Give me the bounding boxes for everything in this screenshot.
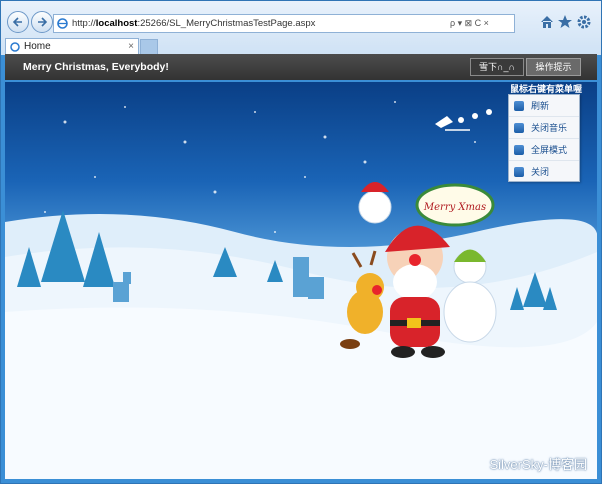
watermark: SilverSky-博客园 [489,457,587,472]
browser-window: http://localhost:25266/SL_MerryChristmas… [0,0,602,484]
back-arrow-icon [12,17,22,27]
refresh-icon [514,101,524,111]
tab-home[interactable]: Home × [5,38,139,55]
menu-item-stop-music[interactable]: 关闭音乐 [509,117,579,139]
address-controls[interactable]: ρ ▾ ⊠ C × [450,15,489,32]
santa-sleigh [435,109,492,131]
app-header: Merry Christmas, Everybody! 雪下∩_∩ 操作提示 [5,54,597,80]
tab-bar: Home × [1,37,601,55]
snowflakes [44,101,476,233]
forward-arrow-icon [38,17,48,27]
music-icon [514,123,524,133]
settings-gear-icon[interactable] [576,14,592,30]
address-url: http://localhost:25266/SL_MerryChristmas… [72,18,316,29]
snow-button[interactable]: 雪下∩_∩ [470,58,524,76]
menu-item-label: 关闭 [531,167,550,177]
back-button[interactable] [7,11,29,33]
new-tab-button[interactable] [140,39,158,55]
browser-chrome: http://localhost:25266/SL_MerryChristmas… [1,1,601,55]
fullscreen-icon [514,145,524,155]
help-button[interactable]: 操作提示 [526,58,581,76]
home-icon[interactable] [539,14,555,30]
context-menu: 刷新 关闭音乐 全屏模式 关闭 [508,94,580,182]
menu-item-label: 全屏模式 [531,145,568,155]
menu-item-label: 刷新 [531,101,550,111]
ie-page-icon [57,18,68,29]
forward-button[interactable] [31,11,53,33]
christmas-scene: Merry Xmas 鼠标右键有菜单喔 刷新 关闭音乐 全屏模式 关闭 Silv… [5,82,597,479]
app-title: Merry Christmas, Everybody! [23,61,169,73]
menu-item-fullscreen[interactable]: 全屏模式 [509,139,579,161]
menu-item-close[interactable]: 关闭 [509,161,579,183]
favorites-star-icon[interactable] [557,14,573,30]
tab-label: Home [24,41,51,52]
address-bar[interactable]: http://localhost:25266/SL_MerryChristmas… [53,14,515,33]
menu-item-refresh[interactable]: 刷新 [509,95,579,117]
ie-tab-icon [10,42,20,52]
tab-close-icon[interactable]: × [128,39,134,54]
sign-text: Merry Xmas [423,202,486,213]
close-icon [514,167,524,177]
menu-item-label: 关闭音乐 [531,123,568,133]
